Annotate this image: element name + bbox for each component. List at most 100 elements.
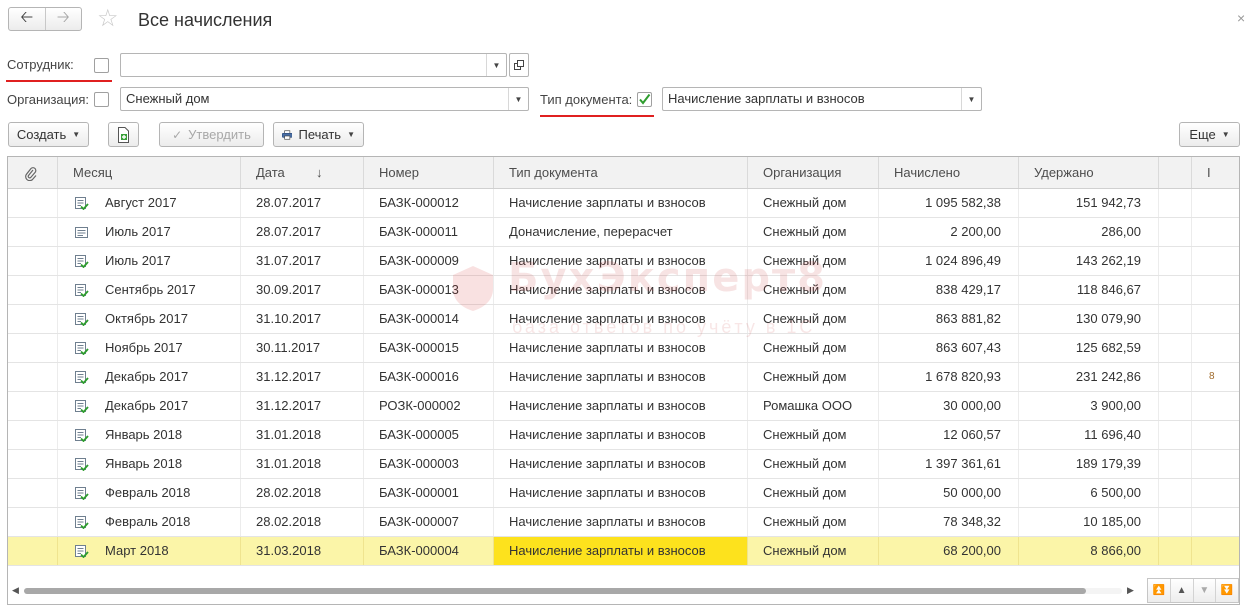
doc-type-cell: Начисление зарплаты и взносов — [494, 189, 748, 217]
withheld-column-header[interactable]: Удержано — [1019, 157, 1159, 188]
horizontal-scrollbar[interactable]: ◀ ▶ — [8, 582, 1143, 600]
attach-cell — [8, 305, 58, 333]
number-cell: БАЗК-000011 — [364, 218, 494, 246]
caret-down-icon: ▼ — [347, 130, 355, 139]
extra2-cell — [1192, 479, 1239, 507]
attach-cell — [8, 334, 58, 362]
scroll-right-icon[interactable]: ▶ — [1127, 585, 1134, 596]
close-icon[interactable]: × — [1237, 10, 1245, 26]
scroll-to-bottom-icon[interactable]: ⏬ — [1215, 579, 1238, 602]
date-column-label: Дата — [256, 165, 285, 180]
date-cell: 30.09.2017 — [241, 276, 364, 304]
table-row[interactable]: Июль 2017 28.07.2017 БАЗК-000011 Доначислен… — [8, 218, 1239, 247]
document-add-icon — [118, 126, 129, 143]
accrued-cell: 2 200,00 — [879, 218, 1019, 246]
extra-cell — [1159, 392, 1192, 420]
table-row[interactable]: Январь 2018 31.01.2018 БАЗК-000003 Начислен… — [8, 450, 1239, 479]
organization-filter-checkbox[interactable] — [94, 92, 109, 107]
table-row[interactable]: Август 2017 28.07.2017 БАЗК-000012 Начислен… — [8, 189, 1239, 218]
extra-cell — [1159, 218, 1192, 246]
chevron-down-icon[interactable]: ▼ — [508, 88, 528, 110]
print-button-label: Печать — [298, 127, 342, 142]
doc-type-cell: Начисление зарплаты и взносов — [494, 537, 748, 565]
extra2-cell — [1192, 247, 1239, 275]
accrued-column-header[interactable]: Начислено — [879, 157, 1019, 188]
number-cell: БАЗК-000015 — [364, 334, 494, 362]
print-button[interactable]: Печать ▼ — [273, 122, 364, 147]
organization-cell: Снежный дом — [748, 479, 879, 507]
extra2-cell — [1192, 334, 1239, 362]
table-row[interactable]: Ноябрь 2017 30.11.2017 БАЗК-000015 Начислен… — [8, 334, 1239, 363]
doc-type-column-header[interactable]: Тип документа — [494, 157, 748, 188]
table-body: Август 2017 28.07.2017 БАЗК-000012 Начислен… — [8, 189, 1239, 566]
chevron-down-icon[interactable]: ▼ — [486, 54, 506, 76]
employee-field[interactable]: ▼ — [120, 53, 507, 77]
withheld-cell: 189 179,39 — [1019, 450, 1159, 478]
withheld-cell: 151 942,73 — [1019, 189, 1159, 217]
extra-cell — [1159, 276, 1192, 304]
copy-document-button[interactable] — [108, 122, 139, 147]
open-employee-button[interactable] — [509, 53, 529, 77]
scroll-thumb[interactable] — [24, 588, 1086, 594]
doc-type-filter-checkbox[interactable] — [637, 92, 652, 107]
date-cell: 30.11.2017 — [241, 334, 364, 362]
doc-type-field[interactable]: Начисление зарплаты и взносов ▼ — [662, 87, 982, 111]
watermark-tagline: база ответов по учёту в 1С — [512, 317, 816, 337]
month-cell: Март 2018 — [58, 537, 241, 565]
month-cell: Октябрь 2017 — [58, 305, 241, 333]
extra-cell — [1159, 537, 1192, 565]
scroll-down-icon[interactable]: ▼ — [1192, 579, 1216, 602]
doc-type-cell: Начисление зарплаты и взносов — [494, 479, 748, 507]
extra-cell — [1159, 450, 1192, 478]
forward-button[interactable]: 🡢 — [44, 8, 82, 30]
table-row[interactable]: Январь 2018 31.01.2018 БАЗК-000005 Начислен… — [8, 421, 1239, 450]
accrued-cell: 863 607,43 — [879, 334, 1019, 362]
attach-cell — [8, 421, 58, 449]
table-row[interactable]: Февраль 2018 28.02.2018 БАЗК-000001 Начисле… — [8, 479, 1239, 508]
organization-column-header[interactable]: Организация — [748, 157, 879, 188]
month-cell: Ноябрь 2017 — [58, 334, 241, 362]
month-cell: Февраль 2018 — [58, 479, 241, 507]
accrued-cell: 838 429,17 — [879, 276, 1019, 304]
withheld-cell: 143 262,19 — [1019, 247, 1159, 275]
number-cell: РОЗК-000002 — [364, 392, 494, 420]
doc-type-cell: Доначисление, перерасчет — [494, 218, 748, 246]
extra-column-header[interactable] — [1159, 157, 1192, 188]
table-row[interactable]: Декабрь 2017 31.12.2017 БАЗК-000016 Начисле… — [8, 363, 1239, 392]
extra2-column-header[interactable]: I — [1192, 157, 1239, 188]
back-button[interactable]: 🡠 — [9, 8, 45, 30]
table-row[interactable]: Февраль 2018 28.02.2018 БАЗК-000007 Начисле… — [8, 508, 1239, 537]
scroll-to-top-icon[interactable]: ⏫ — [1148, 579, 1170, 602]
withheld-cell: 8 866,00 — [1019, 537, 1159, 565]
caret-down-icon: ▼ — [72, 130, 81, 139]
employee-filter-checkbox[interactable] — [94, 58, 109, 73]
extra-cell — [1159, 363, 1192, 391]
extra-cell — [1159, 421, 1192, 449]
attach-cell — [8, 508, 58, 536]
number-column-header[interactable]: Номер — [364, 157, 494, 188]
approve-button[interactable]: ✓ Утвердить — [159, 122, 264, 147]
date-cell: 28.07.2017 — [241, 218, 364, 246]
attach-cell — [8, 189, 58, 217]
date-cell: 28.02.2018 — [241, 479, 364, 507]
chevron-down-icon[interactable]: ▼ — [961, 88, 981, 110]
table-row[interactable]: Декабрь 2017 31.12.2017 РОЗК-000002 Начисле… — [8, 392, 1239, 421]
scroll-up-icon[interactable]: ▲ — [1169, 579, 1193, 602]
date-column-header[interactable]: Дата ↓ — [241, 157, 364, 188]
accruals-table[interactable]: Месяц Дата ↓ Номер Тип документа Организ… — [7, 156, 1240, 605]
date-cell: 31.01.2018 — [241, 421, 364, 449]
create-button[interactable]: Создать ▼ — [8, 122, 89, 147]
more-button[interactable]: Еще ▼ — [1179, 122, 1240, 147]
organization-field[interactable]: Снежный дом ▼ — [120, 87, 529, 111]
extra2-cell — [1192, 218, 1239, 246]
number-cell: БАЗК-000012 — [364, 189, 494, 217]
attach-column-header[interactable] — [8, 157, 58, 188]
month-column-header[interactable]: Месяц — [58, 157, 241, 188]
date-cell: 31.07.2017 — [241, 247, 364, 275]
star-icon[interactable]: ☆ — [97, 6, 119, 32]
scroll-left-icon[interactable]: ◀ — [12, 585, 19, 596]
extra2-cell — [1192, 189, 1239, 217]
table-row-selected[interactable]: Март 2018 31.03.2018 БАЗК-000004 Начисление… — [8, 537, 1239, 566]
extra-cell — [1159, 305, 1192, 333]
date-cell: 31.12.2017 — [241, 392, 364, 420]
